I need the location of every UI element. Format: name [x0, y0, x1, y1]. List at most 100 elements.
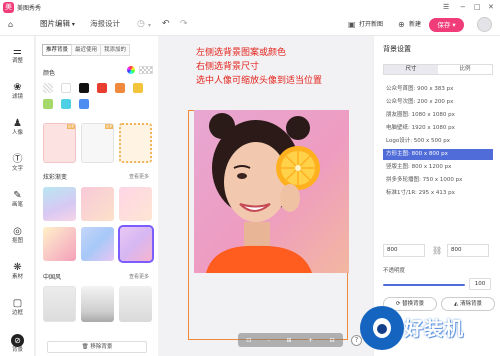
rail-item-sticker[interactable]: ❋ 素材 — [0, 262, 35, 281]
color-swatch[interactable] — [97, 83, 107, 93]
window-maximize-icon[interactable]: □ — [474, 3, 481, 11]
menu-image-edit[interactable]: 图片编辑 ▾ — [40, 19, 75, 30]
tab-recommended[interactable]: 推荐背景 — [42, 44, 73, 56]
size-preset-item[interactable]: 竖版主图: 800 x 1200 px — [383, 162, 493, 173]
window-close-icon[interactable]: ✕ — [488, 3, 494, 11]
gradient-tile[interactable] — [81, 187, 114, 221]
link-aspect-icon[interactable]: ⛓ — [432, 246, 442, 255]
color-swatch[interactable] — [79, 83, 89, 93]
sliders-icon: ⚌ — [13, 46, 22, 57]
open-image-button[interactable]: 打开新图 — [359, 20, 383, 30]
text-icon: Ⓣ — [12, 154, 23, 165]
size-preset-item[interactable]: 拼多多轮播图: 750 x 1000 px — [383, 175, 493, 186]
size-preset-item[interactable]: 公众号首图: 900 x 383 px — [383, 84, 493, 95]
help-icon[interactable]: ? — [351, 335, 362, 346]
opacity-value-input[interactable]: 100 — [469, 278, 491, 290]
background-template-tile[interactable]: VIP — [43, 123, 76, 163]
window-minimize-icon[interactable]: − — [460, 3, 466, 11]
rail-item-cutout[interactable]: ◎ 抠图 — [0, 226, 35, 245]
rail-label: 抠图 — [11, 238, 23, 244]
rail-item-adjust[interactable]: ⚌ 调整 — [0, 46, 35, 65]
annotation-line: 右侧选背景尺寸 — [196, 62, 260, 72]
segment-size[interactable]: 尺寸 — [384, 65, 438, 74]
rail-label: 素材 — [11, 274, 23, 280]
window-menu-icon[interactable]: ☰ — [443, 3, 449, 11]
section-chinese-more-link[interactable]: 查看更多 — [129, 273, 149, 280]
zoom-out-icon[interactable]: - — [268, 337, 270, 344]
segment-ratio[interactable]: 比例 — [438, 65, 492, 74]
history-chevron-icon[interactable]: ▾ — [148, 20, 151, 32]
rail-label: 人像 — [11, 130, 23, 136]
gradient-tile-selected[interactable] — [118, 225, 154, 263]
menu-poster-design[interactable]: 海报设计 — [90, 19, 120, 29]
vip-tag-icon: VIP — [66, 124, 75, 129]
redo-icon[interactable]: ↷ — [180, 18, 188, 30]
tab-recent[interactable]: 最近使用 — [71, 44, 102, 56]
rail-item-filter[interactable]: ❀ 滤镜 — [0, 82, 35, 101]
save-button[interactable]: 保存 ▾ — [429, 18, 464, 32]
height-input[interactable]: 800 — [447, 244, 489, 257]
color-label: 颜色 — [43, 70, 56, 77]
color-swatch[interactable] — [61, 99, 71, 109]
size-preset-item[interactable]: 公众号次图: 200 x 200 px — [383, 97, 493, 108]
tool-rail: ⚌ 调整 ❀ 滤镜 ♟ 人像 Ⓣ 文字 ✎ 画笔 ◎ 抠图 ❋ 素材 ▢ 边框 … — [0, 36, 35, 356]
new-button[interactable]: 新建 — [409, 20, 421, 30]
portrait-photo[interactable] — [194, 110, 349, 273]
original-size-icon[interactable]: ⊞ — [287, 337, 292, 344]
top-toolbar: ⌂ 图片编辑 ▾ 海报设计 ◷ ▾ ↶ ↷ ▣ 打开新图 ⊕ 新建 保存 ▾ — [0, 14, 500, 36]
gradient-tile[interactable] — [119, 187, 152, 221]
cutout-icon: ◎ — [13, 226, 22, 237]
size-preset-item[interactable]: Logo设计: 500 x 500 px — [383, 136, 493, 147]
annotation-line: 选中人像可缩放头像到适当位置 — [196, 76, 323, 86]
background-template-tile[interactable] — [119, 123, 152, 163]
undo-icon[interactable]: ↶ — [162, 18, 170, 30]
width-input[interactable]: 800 — [383, 244, 425, 257]
chinese-style-tile[interactable] — [81, 286, 114, 322]
chinese-style-tile[interactable] — [43, 286, 76, 322]
rail-item-frame[interactable]: ▢ 边框 — [0, 298, 35, 317]
transparent-swatch-icon[interactable] — [139, 66, 153, 74]
vip-tag-icon: VIP — [104, 124, 113, 129]
color-picker-icon[interactable] — [127, 66, 135, 74]
rail-item-background[interactable]: ⊘ 背景 — [0, 334, 35, 354]
size-preset-item-selected[interactable]: 方形主图: 800 x 800 px — [383, 149, 493, 160]
color-swatch[interactable] — [115, 83, 125, 93]
size-preset-item[interactable]: 标准1寸/1R: 295 x 413 px — [383, 188, 493, 199]
home-icon[interactable]: ⌂ — [8, 19, 13, 31]
person-icon: ♟ — [13, 118, 22, 129]
zoom-in-icon[interactable]: + — [308, 337, 313, 344]
clear-background-button[interactable]: ◭ 清除背景 — [441, 297, 495, 311]
rail-label: 背景 — [11, 347, 23, 353]
app-logo-icon: 美 — [3, 1, 14, 13]
gradient-tile[interactable] — [43, 187, 76, 221]
filter-icon: ❀ — [13, 82, 22, 93]
remove-background-button[interactable]: 🗑 移除背景 — [47, 341, 147, 353]
size-preset-item[interactable]: 朋友圈图: 1080 x 1080 px — [383, 110, 493, 121]
history-icon[interactable]: ◷ — [137, 18, 145, 30]
opacity-slider[interactable] — [383, 284, 465, 286]
compare-icon[interactable]: ⊟ — [330, 337, 335, 344]
gradient-tile[interactable] — [81, 227, 114, 261]
brush-icon: ✎ — [13, 190, 22, 201]
color-swatch-transparent[interactable] — [43, 83, 53, 93]
size-preset-item[interactable]: 电脑壁纸: 1920 x 1080 px — [383, 123, 493, 134]
user-avatar[interactable] — [477, 17, 492, 32]
rail-item-portrait[interactable]: ♟ 人像 — [0, 118, 35, 137]
color-swatch[interactable] — [79, 99, 89, 109]
color-swatch[interactable] — [133, 83, 143, 93]
library-tabs: 推荐背景 最近使用 我添加的 — [42, 44, 131, 56]
background-template-tile[interactable]: VIP — [81, 123, 114, 163]
rail-item-text[interactable]: Ⓣ 文字 — [0, 154, 35, 173]
rail-label: 画笔 — [11, 202, 23, 208]
chinese-style-tile[interactable] — [119, 286, 152, 322]
rail-item-brush[interactable]: ✎ 画笔 — [0, 190, 35, 209]
color-swatch[interactable] — [61, 83, 71, 93]
tab-mine[interactable]: 我添加的 — [100, 44, 131, 56]
fit-screen-icon[interactable]: ⊡ — [246, 337, 251, 344]
color-swatch[interactable] — [43, 99, 53, 109]
annotation-line: 左侧选背景图案或颜色 — [196, 48, 287, 58]
section-gradient-more-link[interactable]: 查看更多 — [129, 173, 149, 180]
gradient-tile[interactable] — [43, 227, 76, 261]
canvas-zoom-toolbar: ⊡ - ⊞ + ⊟ — [238, 333, 343, 347]
title-bar: 美 美图秀秀 ☰ − □ ✕ — [0, 0, 500, 14]
